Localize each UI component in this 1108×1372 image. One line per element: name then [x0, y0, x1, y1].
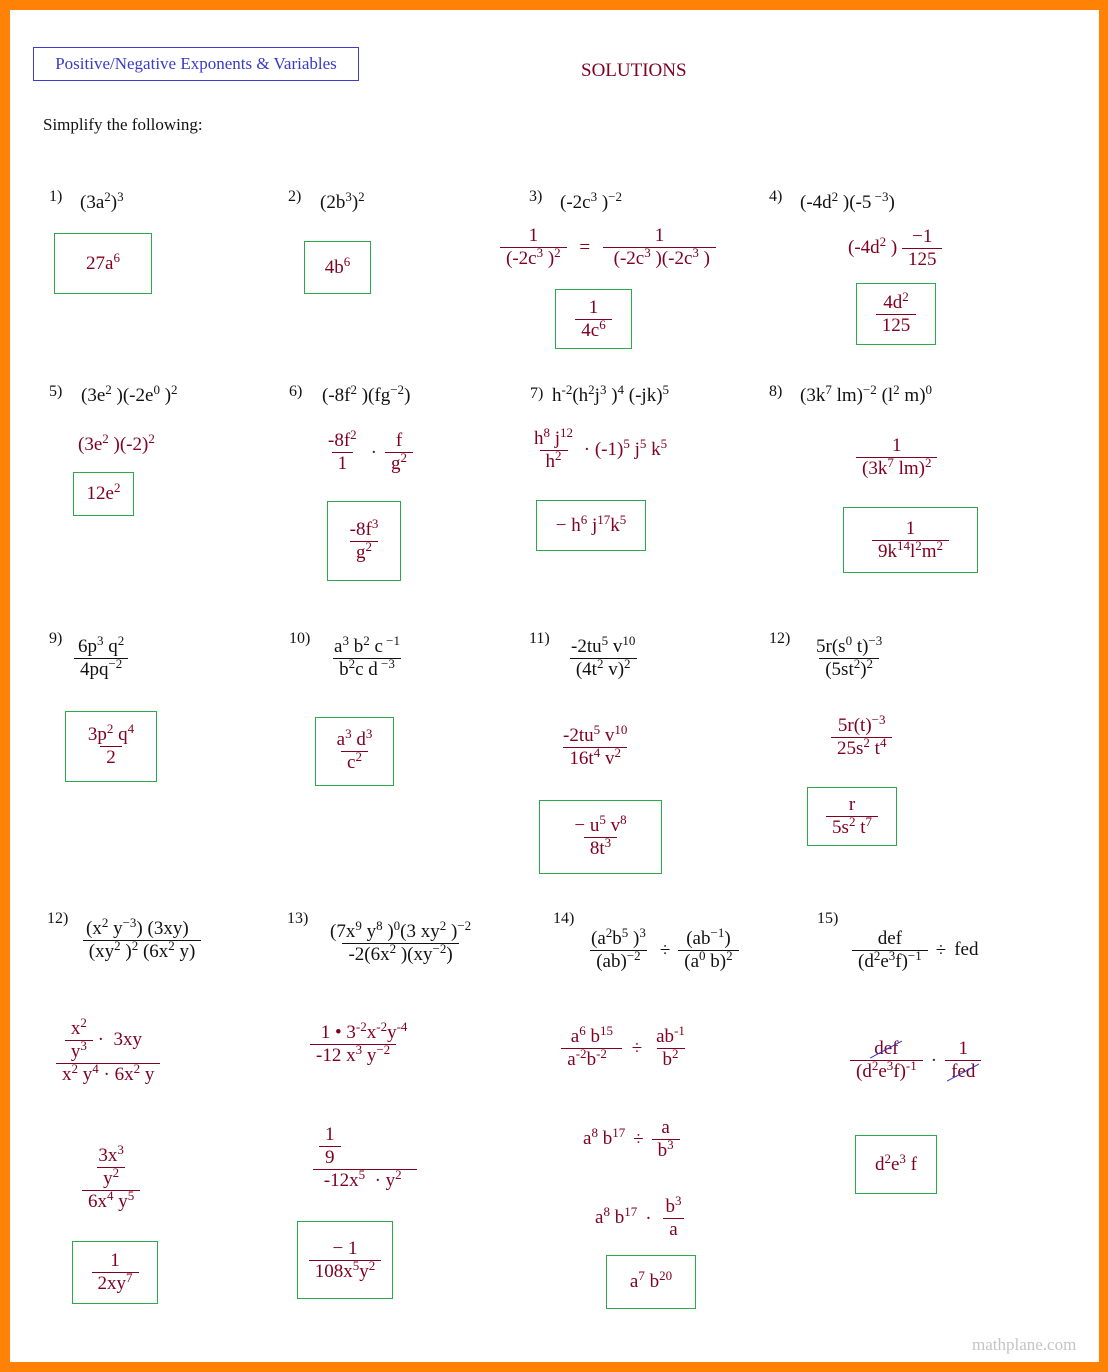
problem-number: 6)	[289, 383, 303, 400]
problem-number: 12)	[769, 630, 791, 647]
answer: 4b6	[324, 253, 351, 278]
answer: − u5 v8 8t3	[574, 811, 627, 859]
answer: 1 4c6	[575, 297, 612, 342]
work-step: (-4d2 ) −1 125	[848, 226, 943, 271]
work-step: h8 j12 h2 · (-1)5 j5 k5	[534, 425, 668, 472]
problem-expression: -2tu5 v10 (4t2 v)2	[569, 633, 637, 680]
answer: 3p2 q4 2	[87, 721, 135, 768]
answer-box: d2e3 f	[855, 1135, 937, 1194]
answer: 4d2 125	[875, 290, 917, 337]
cancel-mark: def	[874, 1038, 899, 1059]
answer-box: 1 4c6	[555, 289, 632, 349]
answer: -8f3 g2	[349, 515, 379, 563]
answer-box: -8f3 g2	[327, 501, 401, 581]
problem-expression: (3a2)3	[80, 189, 124, 213]
problem-number: 8)	[769, 383, 783, 400]
work-step: def (d2e3f)-1 · 1 fed	[850, 1038, 982, 1083]
answer: a7 b20	[629, 1268, 673, 1292]
problem-number: 1)	[49, 188, 63, 205]
work-step: a8 b17 · b3 a	[595, 1194, 688, 1241]
problem-number: 10)	[289, 630, 311, 647]
problem-expression: 6p3 q2 4pq−2	[72, 634, 130, 681]
problem-expression: 5r(s0 t)−3 (5st2)2	[816, 633, 883, 680]
problem-expression: (7x9 y8 )0(3 xy2 )−2 -2(6x2 )(xy−2)	[330, 918, 472, 965]
work-step: 1 (-2c3 )2 = 1 (-2c3 )(-2c3 )	[500, 225, 716, 270]
answer: 1 2xy7	[91, 1250, 139, 1295]
problem-expression: (x2 y−3) (3xy) (xy2 )2 (6x2 y)	[80, 916, 204, 963]
answer-box: r 5s2 t7	[807, 787, 897, 846]
problem-number: 12)	[47, 910, 69, 927]
problem-expression: (-4d2 )(-5 −3)	[800, 189, 895, 213]
answer: 12e2	[86, 480, 121, 504]
work-step: 19 -12x5 · y2	[313, 1124, 418, 1192]
answer-box: 3p2 q4 2	[65, 711, 157, 782]
answer: − h6 j17k5	[555, 511, 627, 536]
solutions-heading: SOLUTIONS	[581, 60, 687, 81]
problem-expression: (2b3)2	[320, 189, 365, 213]
problem-number: 4)	[769, 188, 783, 205]
answer-box: − u5 v8 8t3	[539, 800, 662, 874]
problem-expression: (-2c3 )−2	[560, 189, 623, 213]
answer-box: − h6 j17k5	[536, 500, 646, 551]
problem-expression: (a2b5 )3 (ab)−2 ÷ (ab−1) (a0 b)2	[585, 926, 739, 973]
problem-number: 9)	[49, 630, 63, 647]
work-step: a8 b17 ÷ a b3	[583, 1117, 680, 1162]
problem-number: 2)	[288, 188, 302, 205]
worksheet-title: Positive/Negative Exponents & Variables	[33, 47, 359, 81]
problem-number: 11)	[529, 630, 550, 647]
work-step: 1 (3k7 lm)2	[856, 435, 938, 480]
problem-expression: (-8f2 )(fg−2)	[322, 382, 411, 406]
work-step: x2 y3 · 3xy x2 y4 · 6x2 y	[56, 1016, 161, 1086]
answer-box: 4b6	[304, 241, 371, 294]
answer-box: 12e2	[73, 472, 134, 516]
instructions: Simplify the following:	[43, 115, 203, 134]
problem-expression: def (d2e3f)−1 ÷ fed	[852, 928, 978, 973]
work-step: a6 b15 a-2b-2 ÷ ab-1 b2	[560, 1024, 691, 1071]
answer: − 1 108x5y2	[308, 1238, 382, 1283]
work-step: (3e2 )(-2)2	[78, 431, 155, 455]
problem-number: 14)	[553, 910, 575, 927]
problem-expression: (3e2 )(-2e0 )2	[81, 382, 178, 406]
problem-number: 15)	[817, 910, 839, 927]
worksheet-page: Positive/Negative Exponents & Variables …	[10, 10, 1099, 1362]
answer-box: − 1 108x5y2	[297, 1221, 393, 1299]
answer-box: 1 9k14l2m2	[843, 507, 978, 573]
work-step: -8f2 1 · f g2	[322, 428, 413, 475]
answer: r 5s2 t7	[826, 794, 878, 839]
cancel-mark: fed	[951, 1061, 976, 1082]
problem-number: 7)	[530, 385, 544, 402]
answer: a3 d3 c2	[336, 726, 373, 773]
work-step: 5r(t)−3 25s2 t4	[831, 713, 893, 760]
problem-number: 5)	[49, 383, 63, 400]
watermark: mathplane.com	[972, 1335, 1077, 1354]
answer: d2e3 f	[874, 1150, 917, 1175]
work-step: 3x3 y2 6x4 y5	[82, 1143, 141, 1213]
answer: 27a6	[86, 249, 120, 274]
problem-expression: h-2(h2j3 )4 (-jk)5	[552, 382, 670, 406]
answer-box: 27a6	[54, 233, 152, 294]
answer-box: 4d2 125	[856, 283, 936, 345]
answer-box: a3 d3 c2	[315, 717, 394, 786]
problem-expression: a3 b2 c −1 b2c d −3	[333, 633, 401, 680]
problem-number: 3)	[529, 188, 543, 205]
work-step: -2tu5 v10 16t4 v2	[563, 722, 628, 769]
answer-box: 1 2xy7	[72, 1241, 158, 1304]
answer: 1 9k14l2m2	[871, 518, 950, 563]
work-step: 1 • 3-2x-2y-4 -12 x3 y−2	[310, 1020, 437, 1067]
problem-number: 13)	[287, 910, 309, 927]
problem-expression: (3k7 lm)−2 (l2 m)0	[800, 382, 933, 406]
answer-box: a7 b20	[606, 1255, 696, 1309]
